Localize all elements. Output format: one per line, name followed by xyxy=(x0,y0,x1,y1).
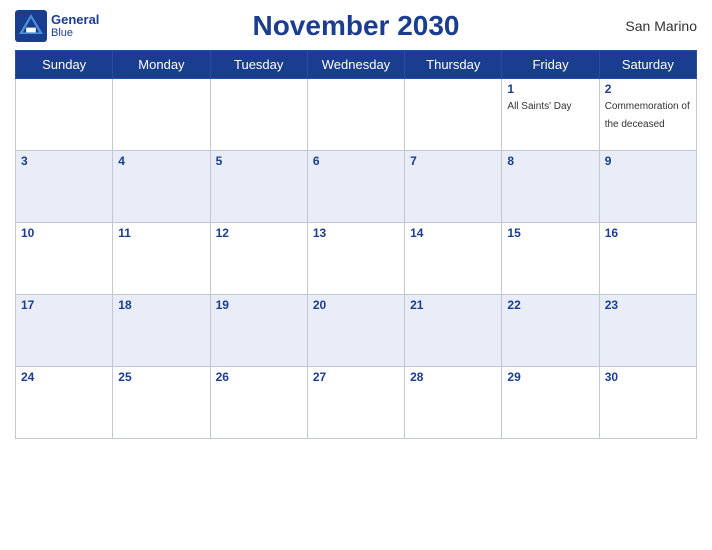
calendar-week-2: 3456789 xyxy=(16,151,697,223)
table-row: 9 xyxy=(599,151,696,223)
day-event: Commemoration of the deceased xyxy=(605,101,690,130)
day-event: All Saints' Day xyxy=(507,101,571,112)
table-row: 28 xyxy=(405,367,502,439)
day-number: 19 xyxy=(216,298,302,312)
calendar-week-4: 17 18 19 20 21 22 23 xyxy=(16,295,697,367)
day-number: 6 xyxy=(313,154,399,168)
table-row: 3 xyxy=(16,151,113,223)
header-monday: Monday xyxy=(113,51,210,79)
header-friday: Friday xyxy=(502,51,599,79)
day-number: 29 xyxy=(507,370,593,384)
table-row: 10 xyxy=(16,223,113,295)
logo-blue-text: Blue xyxy=(51,27,99,39)
table-row: 8 xyxy=(502,151,599,223)
table-row: 19 xyxy=(210,295,307,367)
day-number: 18 xyxy=(118,298,204,312)
table-row: 2 Commemoration of the deceased xyxy=(599,79,696,151)
table-row: 12 xyxy=(210,223,307,295)
day-number: 11 xyxy=(118,226,204,240)
day-number: 30 xyxy=(605,370,691,384)
table-row xyxy=(210,79,307,151)
day-number: 21 xyxy=(410,298,496,312)
day-number: 8 xyxy=(507,154,593,168)
table-row xyxy=(307,79,404,151)
table-row xyxy=(113,79,210,151)
table-row: 27 xyxy=(307,367,404,439)
logo-general-text: General xyxy=(51,13,99,27)
table-row: 4 xyxy=(113,151,210,223)
header-sunday: Sunday xyxy=(16,51,113,79)
day-number: 28 xyxy=(410,370,496,384)
table-row: 15 xyxy=(502,223,599,295)
day-number: 4 xyxy=(118,154,204,168)
day-number: 16 xyxy=(605,226,691,240)
calendar-container: General Blue November 2030 San Marino Su… xyxy=(0,0,712,550)
day-number: 12 xyxy=(216,226,302,240)
day-number: 3 xyxy=(21,154,107,168)
day-number: 17 xyxy=(21,298,107,312)
weekday-header-row: Sunday Monday Tuesday Wednesday Thursday… xyxy=(16,51,697,79)
table-row: 24 xyxy=(16,367,113,439)
day-number: 2 xyxy=(605,82,691,96)
day-number: 7 xyxy=(410,154,496,168)
calendar-grid: Sunday Monday Tuesday Wednesday Thursday… xyxy=(15,50,697,439)
table-row: 13 xyxy=(307,223,404,295)
table-row: 1 All Saints' Day xyxy=(502,79,599,151)
table-row: 26 xyxy=(210,367,307,439)
table-row: 18 xyxy=(113,295,210,367)
table-row: 5 xyxy=(210,151,307,223)
day-number: 24 xyxy=(21,370,107,384)
table-row: 23 xyxy=(599,295,696,367)
header-saturday: Saturday xyxy=(599,51,696,79)
table-row: 11 xyxy=(113,223,210,295)
table-row: 22 xyxy=(502,295,599,367)
day-number: 10 xyxy=(21,226,107,240)
day-number: 20 xyxy=(313,298,399,312)
table-row: 6 xyxy=(307,151,404,223)
calendar-week-1: 1 All Saints' Day 2 Commemoration of the de… xyxy=(16,79,697,151)
table-row xyxy=(405,79,502,151)
header-thursday: Thursday xyxy=(405,51,502,79)
day-number: 15 xyxy=(507,226,593,240)
country-name: San Marino xyxy=(577,18,697,34)
table-row: 17 xyxy=(16,295,113,367)
day-number: 1 xyxy=(507,82,593,96)
table-row: 16 xyxy=(599,223,696,295)
table-row: 21 xyxy=(405,295,502,367)
day-number: 14 xyxy=(410,226,496,240)
calendar-title: November 2030 xyxy=(135,10,577,42)
table-row: 30 xyxy=(599,367,696,439)
day-number: 25 xyxy=(118,370,204,384)
table-row: 29 xyxy=(502,367,599,439)
day-number: 26 xyxy=(216,370,302,384)
header-tuesday: Tuesday xyxy=(210,51,307,79)
table-row: 25 xyxy=(113,367,210,439)
day-number: 23 xyxy=(605,298,691,312)
calendar-week-3: 10 11 12 13 14 15 16 xyxy=(16,223,697,295)
table-row: 7 xyxy=(405,151,502,223)
header-wednesday: Wednesday xyxy=(307,51,404,79)
day-number: 22 xyxy=(507,298,593,312)
logo-area: General Blue xyxy=(15,10,135,42)
table-row: 20 xyxy=(307,295,404,367)
day-number: 9 xyxy=(605,154,691,168)
day-number: 13 xyxy=(313,226,399,240)
day-number: 5 xyxy=(216,154,302,168)
calendar-header: General Blue November 2030 San Marino xyxy=(15,10,697,42)
calendar-week-5: 24 25 26 27 28 29 30 xyxy=(16,367,697,439)
day-number: 27 xyxy=(313,370,399,384)
table-row xyxy=(16,79,113,151)
table-row: 14 xyxy=(405,223,502,295)
general-blue-logo-icon xyxy=(15,10,47,42)
